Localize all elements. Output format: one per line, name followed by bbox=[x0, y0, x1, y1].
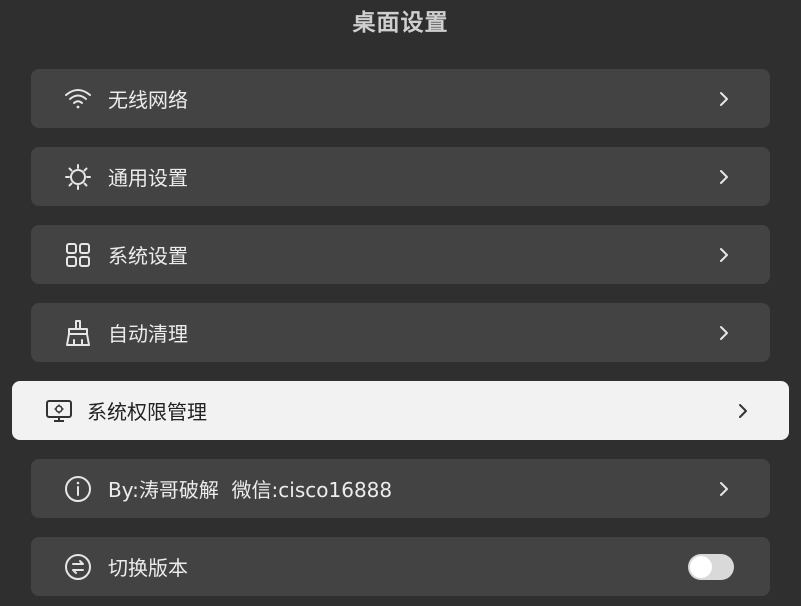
broom-icon bbox=[63, 318, 93, 348]
menu-item-label: By:涛哥破解 微信:cisco16888 bbox=[108, 478, 393, 502]
monitor-gear-icon bbox=[44, 396, 74, 426]
chevron-right-icon bbox=[716, 479, 732, 499]
menu-item-auto-clean[interactable]: 自动清理 bbox=[31, 303, 770, 362]
menu-item-general-settings[interactable]: 通用设置 bbox=[31, 147, 770, 206]
menu-item-label: 系统权限管理 bbox=[87, 400, 207, 424]
chevron-right-icon bbox=[735, 401, 751, 421]
chevron-right-icon bbox=[716, 89, 732, 109]
sun-icon bbox=[63, 162, 93, 192]
chevron-right-icon bbox=[716, 167, 732, 187]
menu-item-system-settings[interactable]: 系统设置 bbox=[31, 225, 770, 284]
grid-apps-icon bbox=[63, 240, 93, 270]
menu-item-wireless[interactable]: 无线网络 bbox=[31, 69, 770, 128]
menu-item-label: 无线网络 bbox=[108, 88, 188, 112]
menu-item-about[interactable]: By:涛哥破解 微信:cisco16888 bbox=[31, 459, 770, 518]
version-toggle-switch[interactable] bbox=[688, 553, 734, 580]
menu-item-label: 切换版本 bbox=[108, 556, 188, 580]
menu-item-switch-version: 切换版本 bbox=[31, 537, 770, 596]
switch-circle-icon bbox=[63, 552, 93, 582]
info-icon bbox=[63, 474, 93, 504]
menu-item-label: 系统设置 bbox=[108, 244, 188, 268]
page-title: 桌面设置 bbox=[352, 10, 449, 36]
menu-item-label: 通用设置 bbox=[108, 166, 188, 190]
menu-item-label: 自动清理 bbox=[108, 322, 188, 346]
chevron-right-icon bbox=[716, 245, 732, 265]
toggle-knob bbox=[690, 555, 712, 578]
wifi-icon bbox=[63, 84, 93, 114]
menu-item-permission-management[interactable]: 系统权限管理 bbox=[12, 381, 789, 440]
chevron-right-icon bbox=[716, 323, 732, 343]
